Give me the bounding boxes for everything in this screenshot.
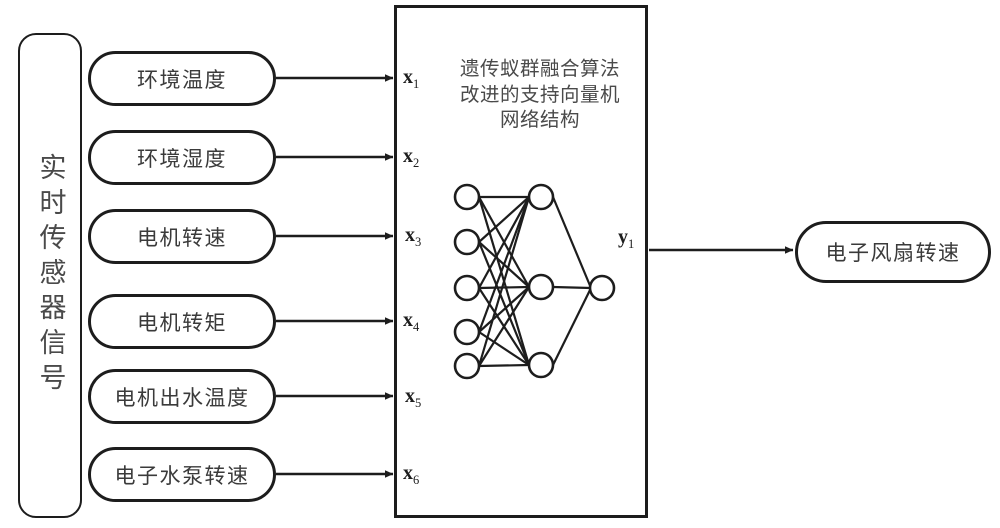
model-title: 遗传蚁群融合算法 改进的支持向量机 网络结构	[459, 58, 620, 132]
output-pill-label: 电子风扇转速	[825, 242, 961, 265]
diagram-canvas: 实时传感器信号 环境温度 环境湿度 电机转速 电机转矩 电机出水温度 电子水泵转…	[0, 0, 1000, 528]
variable-subscript: 3	[415, 235, 422, 249]
variable-letter: y	[618, 226, 628, 248]
sensor-signal-source-box: 实时传感器信号	[18, 33, 82, 518]
variable-subscript: 2	[413, 156, 420, 170]
variable-letter: x	[403, 462, 413, 484]
variable-subscript: 5	[415, 396, 422, 410]
input-pill-label: 电机转速	[137, 226, 227, 250]
variable-subscript: 6	[413, 473, 420, 487]
input-pill-label: 电机转矩	[137, 311, 227, 335]
input-pill-label: 环境温度	[137, 68, 227, 92]
input-pill-label: 电机出水温度	[114, 386, 250, 410]
input-variable-x3: x3	[405, 224, 421, 250]
variable-subscript: 1	[413, 77, 420, 91]
variable-letter: x	[403, 309, 413, 331]
output-variable-y1: y1	[618, 226, 634, 252]
variable-subscript: 4	[413, 320, 420, 334]
variable-letter: x	[405, 224, 415, 246]
input-pill-motor-speed[interactable]: 电机转速	[88, 209, 276, 264]
input-pill-ambient-humidity[interactable]: 环境湿度	[88, 130, 276, 185]
input-pill-label: 环境湿度	[137, 147, 227, 171]
input-variable-x6: x6	[403, 462, 419, 488]
input-variable-x4: x4	[403, 309, 419, 335]
input-pill-motor-outlet-water-temperature[interactable]: 电机出水温度	[88, 369, 276, 424]
output-pill-electric-fan-speed[interactable]: 电子风扇转速	[795, 221, 991, 283]
variable-letter: x	[403, 66, 413, 88]
input-variable-x1: x1	[403, 66, 419, 92]
variable-subscript: 1	[628, 237, 635, 251]
input-pill-electric-water-pump-speed[interactable]: 电子水泵转速	[88, 447, 276, 502]
variable-letter: x	[405, 385, 415, 407]
input-pill-motor-torque[interactable]: 电机转矩	[88, 294, 276, 349]
input-pill-ambient-temperature[interactable]: 环境温度	[88, 51, 276, 106]
input-pill-label: 电子水泵转速	[114, 464, 250, 488]
variable-letter: x	[403, 145, 413, 167]
input-variable-x5: x5	[405, 385, 421, 411]
sensor-signal-source-label: 实时传感器信号	[35, 153, 66, 398]
input-variable-x2: x2	[403, 145, 419, 171]
